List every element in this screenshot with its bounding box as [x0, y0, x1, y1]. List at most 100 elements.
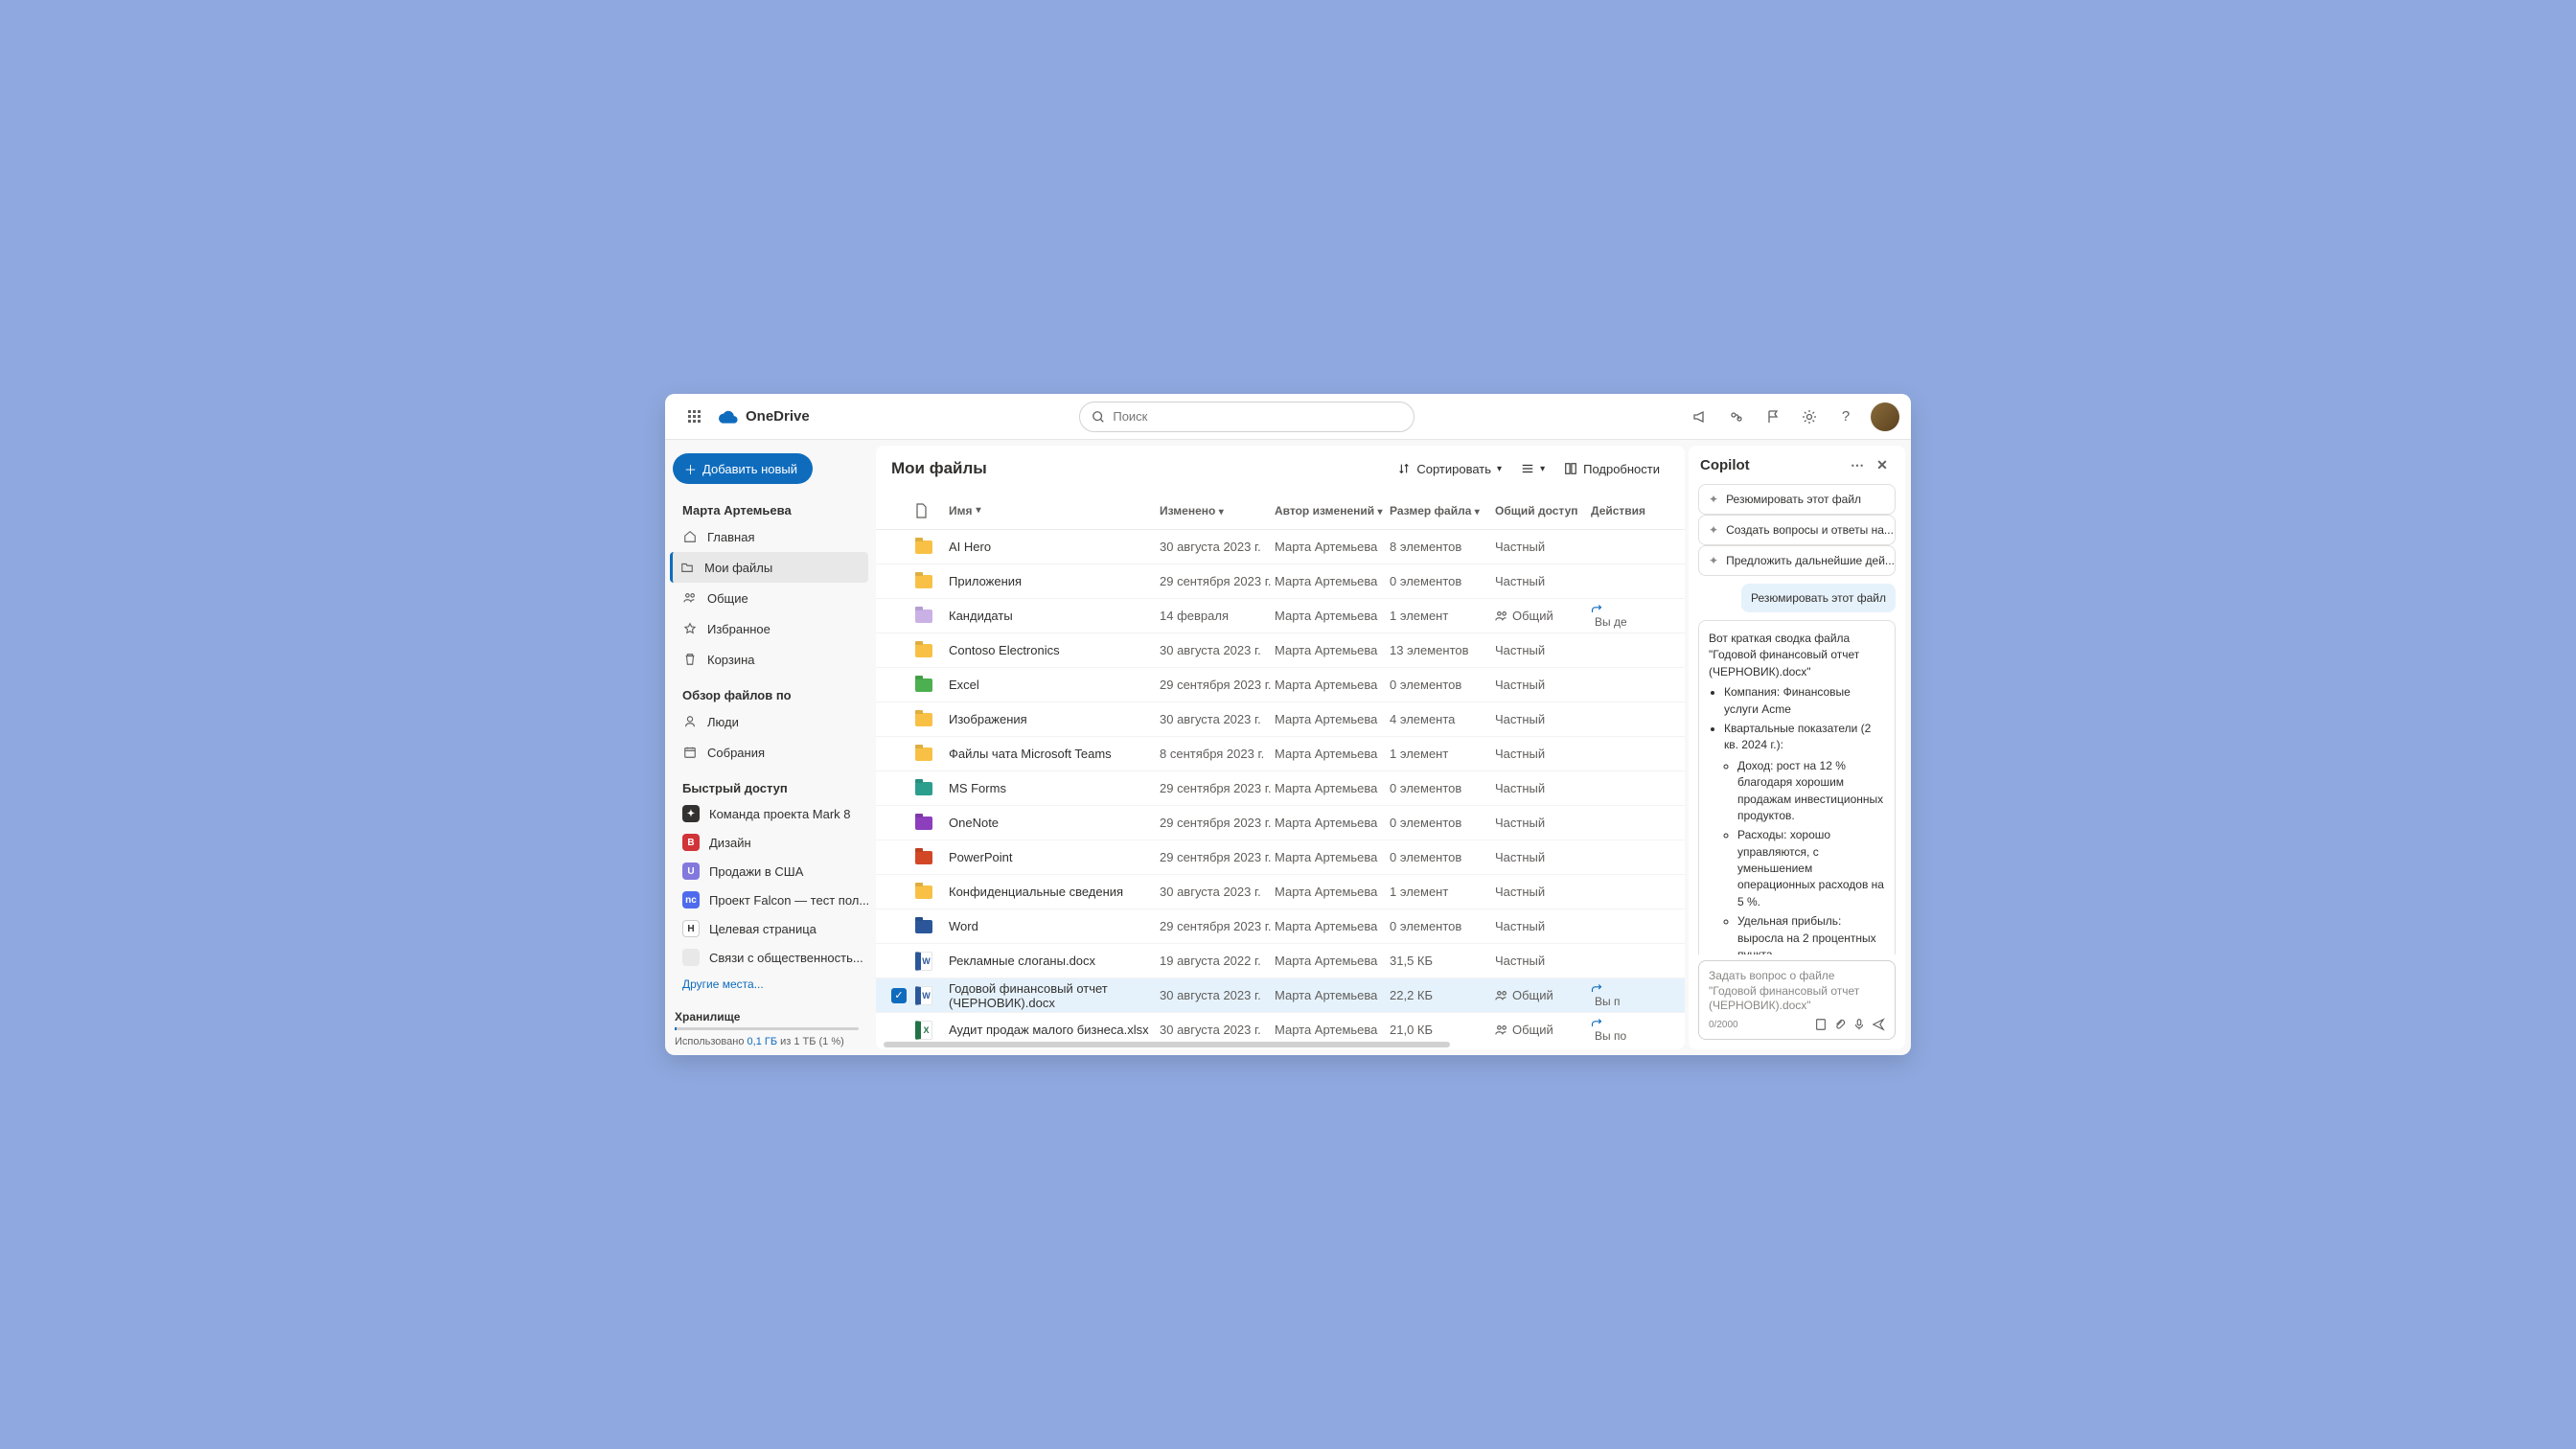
sparkle-icon: ✦ [1709, 554, 1718, 567]
table-row[interactable]: X Аудит продаж малого бизнеса.xlsx 30 ав… [876, 1013, 1685, 1042]
row-checkbox[interactable]: ✓ [891, 988, 907, 1003]
table-row[interactable]: Word 29 сентября 2023 г. Марта Артемьева… [876, 909, 1685, 944]
file-sharing: Частный [1495, 919, 1591, 933]
file-name: PowerPoint [949, 850, 1160, 864]
table-row[interactable]: ✓ W Годовой финансовый отчет (ЧЕРНОВИК).… [876, 978, 1685, 1013]
quick-access-item[interactable]: ВДизайн [673, 828, 868, 857]
col-type-icon[interactable] [914, 503, 949, 518]
file-modified: 30 августа 2023 г. [1160, 540, 1275, 554]
col-author[interactable]: Автор изменений ▾ [1275, 504, 1390, 518]
details-icon [1564, 462, 1577, 475]
avatar[interactable] [1871, 402, 1899, 431]
file-sharing: Частный [1495, 712, 1591, 726]
table-row[interactable]: OneNote 29 сентября 2023 г. Марта Артемь… [876, 806, 1685, 840]
sort-button[interactable]: Сортировать ▾ [1388, 453, 1511, 484]
sidebar-item-my-files[interactable]: Мои файлы [670, 552, 868, 583]
mic-icon[interactable] [1852, 1018, 1866, 1031]
app-launcher-icon[interactable] [677, 400, 711, 434]
search-box[interactable] [1079, 402, 1414, 432]
copilot-input-container[interactable]: Задать вопрос о файле "Годовой финансовы… [1698, 960, 1896, 1040]
permissions-icon[interactable] [1721, 402, 1752, 432]
sidebar-item-shared[interactable]: Общие [673, 583, 868, 613]
table-row[interactable]: Excel 29 сентября 2023 г. Марта Артемьев… [876, 668, 1685, 702]
app-window: OneDrive ? ＋ Добавить новый М [665, 394, 1911, 1055]
table-row[interactable]: Файлы чата Microsoft Teams 8 сентября 20… [876, 737, 1685, 771]
list-view-icon [1521, 462, 1534, 475]
table-row[interactable]: Конфиденциальные сведения 30 августа 202… [876, 875, 1685, 909]
folder-icon [915, 748, 932, 761]
col-sharing[interactable]: Общий доступ [1495, 504, 1591, 518]
sparkle-icon: ✦ [1709, 523, 1718, 537]
shared-icon [1495, 610, 1508, 623]
file-name: Конфиденциальные сведения [949, 885, 1160, 899]
copilot-suggestion[interactable]: ✦Предложить дальнейшие дей... [1698, 545, 1896, 576]
table-row[interactable]: AI Hero 30 августа 2023 г. Марта Артемье… [876, 530, 1685, 564]
quick-access-item[interactable]: UПродажи в США [673, 857, 868, 886]
table-row[interactable]: Contoso Electronics 30 августа 2023 г. М… [876, 633, 1685, 668]
quick-access-item[interactable]: ncПроект Falcon — тест пол... [673, 886, 868, 914]
view-button[interactable]: ▾ [1511, 453, 1554, 484]
sidebar-item-meetings[interactable]: Собрания [673, 737, 868, 768]
flag-icon[interactable] [1758, 402, 1788, 432]
people-icon [682, 590, 698, 606]
copilot-title: Copilot [1700, 457, 1750, 473]
more-icon[interactable]: ⋯ [1846, 453, 1869, 476]
table-row[interactable]: MS Forms 29 сентября 2023 г. Марта Артем… [876, 771, 1685, 806]
close-icon[interactable]: ✕ [1871, 453, 1894, 476]
onedrive-cloud-icon [719, 410, 738, 424]
sidebar-item-recycle[interactable]: Корзина [673, 644, 868, 675]
gear-icon[interactable] [1794, 402, 1825, 432]
page-title: Мои файлы [891, 459, 1388, 478]
copilot-intro: Вот краткая сводка файла "Годовой финанс… [1709, 631, 1885, 680]
file-size: 1 элемент [1390, 747, 1495, 761]
horizontal-scrollbar[interactable] [884, 1042, 1450, 1047]
file-size: 1 элемент [1390, 885, 1495, 899]
table-row[interactable]: Изображения 30 августа 2023 г. Марта Арт… [876, 702, 1685, 737]
sort-icon [1397, 462, 1411, 475]
send-icon[interactable] [1872, 1018, 1885, 1031]
details-button[interactable]: Подробности [1554, 453, 1669, 484]
chevron-down-icon: ▾ [1540, 464, 1545, 474]
share-activity-icon[interactable] [1591, 604, 1677, 615]
table-row[interactable]: Кандидаты 14 февраля Марта Артемьева 1 э… [876, 599, 1685, 633]
file-sharing: Общий [1495, 988, 1591, 1002]
file-activity: Вы де [1591, 604, 1677, 629]
brand[interactable]: OneDrive [719, 408, 810, 425]
help-icon[interactable]: ? [1830, 402, 1861, 432]
file-sharing: Частный [1495, 816, 1591, 830]
file-modified: 29 сентября 2023 г. [1160, 919, 1275, 933]
folder-icon [915, 816, 932, 830]
copilot-suggestion[interactable]: ✦Резюмировать этот файл [1698, 484, 1896, 515]
search-input[interactable] [1113, 409, 1402, 424]
copilot-user-message: Резюмировать этот файл [1741, 584, 1896, 612]
attach-icon[interactable] [1833, 1018, 1847, 1031]
sidebar-item-favorites[interactable]: Избранное [673, 613, 868, 644]
col-actions[interactable]: Действия [1591, 504, 1677, 518]
table-row[interactable]: W Рекламные слоганы.docx 19 августа 2022… [876, 944, 1685, 978]
file-name: Приложения [949, 574, 1160, 588]
megaphone-icon[interactable] [1685, 402, 1715, 432]
col-name[interactable]: Имя ▾ [949, 504, 1160, 518]
quick-access-item[interactable]: Связи с общественность... [673, 943, 868, 972]
search-icon [1092, 410, 1105, 424]
quick-access-label: Проект Falcon — тест пол... [709, 893, 868, 908]
quick-access-badge [682, 949, 700, 966]
add-new-button[interactable]: ＋ Добавить новый [673, 453, 813, 484]
storage-bar [675, 1027, 859, 1030]
col-size[interactable]: Размер файла ▾ [1390, 504, 1495, 518]
file-author: Марта Артемьева [1275, 712, 1390, 726]
chevron-down-icon: ▾ [1219, 507, 1224, 518]
other-places-link[interactable]: Другие места... [673, 972, 868, 997]
quick-access-item[interactable]: HЦелевая страница [673, 914, 868, 943]
file-size: 0 элементов [1390, 919, 1495, 933]
table-row[interactable]: PowerPoint 29 сентября 2023 г. Марта Арт… [876, 840, 1685, 875]
copilot-suggestion[interactable]: ✦Создать вопросы и ответы на... [1698, 515, 1896, 545]
quick-access-item[interactable]: ✦Команда проекта Mark 8 [673, 799, 868, 828]
share-activity-icon[interactable] [1591, 983, 1677, 995]
table-row[interactable]: Приложения 29 сентября 2023 г. Марта Арт… [876, 564, 1685, 599]
sidebar-item-home[interactable]: Главная [673, 521, 868, 552]
sidebar-item-people[interactable]: Люди [673, 706, 868, 737]
col-modified[interactable]: Изменено ▾ [1160, 504, 1275, 518]
note-icon[interactable] [1814, 1018, 1828, 1031]
share-activity-icon[interactable] [1591, 1018, 1677, 1029]
